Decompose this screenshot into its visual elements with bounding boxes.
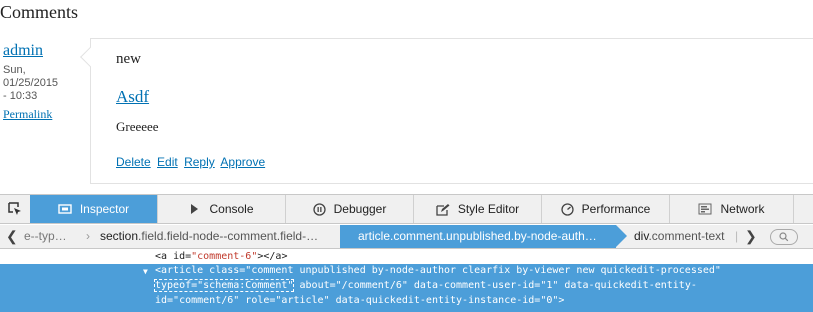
tab-label: Inspector xyxy=(79,202,130,216)
element-picker-icon xyxy=(8,202,21,215)
breadcrumb-tag: div xyxy=(634,229,649,243)
style-editor-icon xyxy=(436,203,450,216)
markup-text: <a xyxy=(155,251,174,262)
markup-line: typeof="schema:Comment" about="/comment/… xyxy=(153,279,697,292)
breadcrumb-separator-icon: › xyxy=(86,229,90,243)
breadcrumb-tag: section xyxy=(100,229,139,243)
markup-view: <a id="comment-6"></a> ▼ <article class=… xyxy=(0,249,813,312)
breadcrumb-class: .comment-text xyxy=(648,229,725,243)
tab-label: Console xyxy=(209,202,254,216)
element-picker-button[interactable] xyxy=(0,195,30,223)
author-link[interactable]: admin xyxy=(3,42,43,60)
breadcrumb-item-div[interactable]: div.comment-text xyxy=(634,225,724,248)
debugger-icon xyxy=(312,202,326,216)
markup-text: about="/comment/6" data-comment-user-id=… xyxy=(293,280,697,291)
markup-line: <article class="comment unpublished by-n… xyxy=(155,265,721,276)
comment-body: Greeeee xyxy=(116,119,159,134)
new-marker: new xyxy=(116,51,141,67)
breadcrumb-item-section[interactable]: section.field.field-node--comment.field-… xyxy=(100,225,318,248)
markup-attr-focused[interactable]: typeof="schema:Comment" xyxy=(153,279,295,292)
breadcrumb: ❮ e--typ… › section.field.field-node--co… xyxy=(0,225,813,249)
tab-label: Style Editor xyxy=(457,202,520,216)
comment-title-link[interactable]: Asdf xyxy=(116,87,149,107)
tab-performance[interactable]: Performance xyxy=(541,195,669,223)
breadcrumb-scroll-right-icon[interactable]: ❯ xyxy=(745,225,757,248)
date-line: - 10:33 xyxy=(3,90,38,102)
tab-label: Debugger xyxy=(333,202,387,216)
markup-attr: id= xyxy=(173,251,192,262)
markup-node-a[interactable]: <a id="comment-6"></a> xyxy=(155,251,287,262)
tab-debugger[interactable]: Debugger xyxy=(285,195,413,223)
markup-text: ></a> xyxy=(257,251,288,262)
toolbar-overflow xyxy=(793,195,813,223)
edit-link[interactable]: Edit xyxy=(157,155,178,169)
breadcrumb-scroll-left-icon[interactable]: ❮ xyxy=(6,225,18,248)
reply-link[interactable]: Reply xyxy=(184,155,215,169)
comment-links: Delete Edit Reply Approve xyxy=(116,155,268,169)
breadcrumb-item[interactable]: e--typ… xyxy=(24,225,67,248)
expand-toggle-icon[interactable]: ▼ xyxy=(143,267,148,276)
breadcrumb-class: .field.field-node--comment.field-… xyxy=(138,229,319,243)
approve-link[interactable]: Approve xyxy=(220,155,265,169)
tab-label: Performance xyxy=(581,202,651,216)
markup-line: id="comment/6" role="article" data-quick… xyxy=(155,295,565,306)
tab-console[interactable]: Console xyxy=(157,195,285,223)
tab-network[interactable]: Network xyxy=(669,195,793,223)
inspector-icon xyxy=(58,204,72,214)
comment-date: Sun, 01/25/2015 - 10:33 xyxy=(3,64,63,103)
tab-label: Network xyxy=(720,202,765,216)
breadcrumb-item-article-selected[interactable]: article.comment.unpublished.by-node-auth… xyxy=(340,225,627,248)
performance-icon xyxy=(560,202,574,216)
breadcrumb-divider: | xyxy=(735,229,739,243)
date-line: Sun, xyxy=(3,64,26,76)
search-button[interactable] xyxy=(770,229,798,245)
breadcrumb-tag: article xyxy=(358,229,391,243)
search-icon xyxy=(779,232,789,242)
console-icon xyxy=(191,204,199,214)
tab-inspector[interactable]: Inspector xyxy=(30,195,157,223)
network-icon xyxy=(698,203,712,215)
comment-content-box: new Asdf Greeeee Delete Edit Reply Appro… xyxy=(90,38,813,184)
devtools-toolbar: Inspector Console Debugger Style Editor … xyxy=(0,194,813,224)
markup-attr-value: "comment-6" xyxy=(191,251,258,262)
comments-heading: Comments xyxy=(0,2,79,22)
permalink-link[interactable]: Permalink xyxy=(3,107,52,122)
markup-node-article-selected[interactable]: ▼ <article class="comment unpublished by… xyxy=(0,264,813,312)
tab-style-editor[interactable]: Style Editor xyxy=(413,195,541,223)
date-line: 01/25/2015 xyxy=(3,77,59,89)
breadcrumb-class: .comment.unpublished.by-node-auth… xyxy=(390,229,597,243)
delete-link[interactable]: Delete xyxy=(116,155,151,169)
